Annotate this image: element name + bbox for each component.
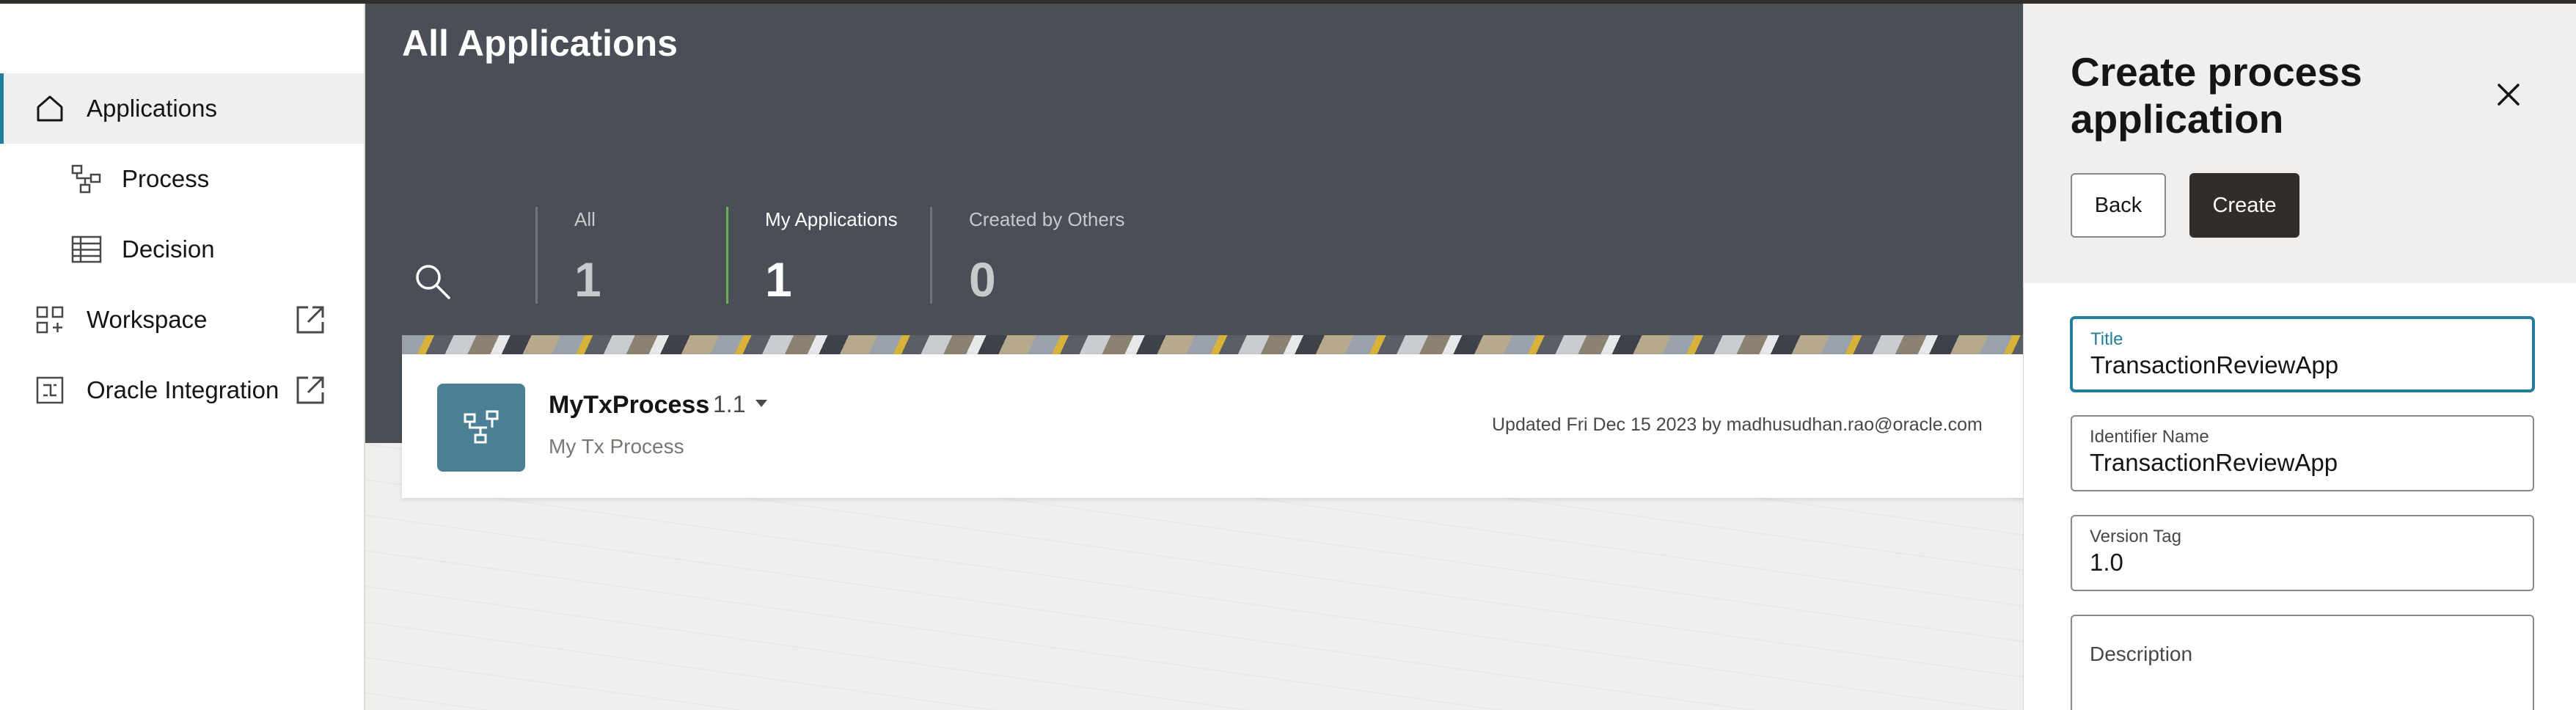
home-icon bbox=[34, 92, 66, 125]
field-value[interactable]: TransactionReviewApp bbox=[2090, 449, 2338, 477]
filter-count: 0 bbox=[969, 252, 996, 307]
filter-label: Created by Others bbox=[969, 208, 1125, 230]
field-label: Title bbox=[2090, 329, 2123, 349]
sidebar-item-applications[interactable]: Applications bbox=[0, 73, 364, 144]
field-label: Identifier Name bbox=[2090, 427, 2209, 447]
back-button[interactable]: Back bbox=[2071, 173, 2166, 238]
filter-count: 1 bbox=[765, 252, 792, 307]
page-title: All Applications bbox=[402, 23, 678, 64]
close-icon[interactable] bbox=[2490, 76, 2527, 113]
filter-all[interactable]: All 1 bbox=[535, 207, 601, 307]
card-banner bbox=[402, 335, 2023, 354]
title-field[interactable]: Title TransactionReviewApp bbox=[2071, 317, 2534, 392]
application-description: My Tx Process bbox=[549, 435, 684, 458]
filter-created-by-others[interactable]: Created by Others 0 bbox=[930, 207, 1125, 307]
version-selector[interactable]: 1.1 bbox=[713, 391, 745, 418]
drawer-title: Create process application bbox=[2071, 49, 2363, 142]
top-border bbox=[0, 0, 2576, 4]
application-updated-info: Updated Fri Dec 15 2023 by madhusudhan.r… bbox=[1492, 414, 1983, 435]
sidebar-item-workspace[interactable]: Workspace bbox=[0, 285, 364, 355]
field-value[interactable]: TransactionReviewApp bbox=[2090, 351, 2338, 379]
description-field[interactable]: Description bbox=[2071, 615, 2534, 710]
sidebar-item-decision[interactable]: Decision bbox=[0, 214, 364, 285]
main-content: All Applications All 1 My Applications 1… bbox=[365, 0, 2023, 710]
drawer-header: Create process application Back Create bbox=[2024, 0, 2576, 283]
external-link-icon[interactable] bbox=[293, 373, 327, 407]
sidebar-item-label: Oracle Integration bbox=[87, 376, 279, 403]
table-icon bbox=[70, 233, 103, 266]
sidebar-item-process[interactable]: Process bbox=[0, 144, 364, 214]
filter-my-applications[interactable]: My Applications 1 bbox=[726, 207, 898, 307]
integration-icon bbox=[34, 374, 66, 406]
field-label: Version Tag bbox=[2090, 527, 2181, 546]
sidebar-item-label: Applications bbox=[87, 95, 217, 122]
chevron-down-icon[interactable] bbox=[755, 400, 767, 407]
external-link-icon[interactable] bbox=[293, 303, 327, 337]
process-app-icon bbox=[437, 384, 525, 472]
search-icon[interactable] bbox=[412, 261, 453, 302]
sidebar-item-label: Decision bbox=[122, 235, 215, 263]
filter-label: My Applications bbox=[765, 208, 898, 230]
create-button[interactable]: Create bbox=[2189, 173, 2299, 238]
workspace-icon bbox=[34, 304, 66, 336]
sidebar: Applications Process Decision Workspace … bbox=[0, 0, 365, 710]
version-tag-field[interactable]: Version Tag 1.0 bbox=[2071, 515, 2534, 591]
application-card[interactable]: MyTxProcess 1.1 My Tx Process Updated Fr… bbox=[402, 354, 2023, 498]
filter-label: All bbox=[574, 208, 596, 230]
field-label: Description bbox=[2090, 643, 2193, 665]
identifier-name-field[interactable]: Identifier Name TransactionReviewApp bbox=[2071, 415, 2534, 491]
sidebar-item-label: Workspace bbox=[87, 306, 208, 333]
sidebar-item-oracle-integration[interactable]: Oracle Integration bbox=[0, 355, 364, 425]
process-icon bbox=[70, 163, 103, 195]
sidebar-item-label: Process bbox=[122, 165, 210, 192]
create-app-drawer: Create process application Back Create T… bbox=[2023, 0, 2576, 710]
application-name[interactable]: MyTxProcess bbox=[549, 391, 709, 420]
field-value[interactable]: 1.0 bbox=[2090, 549, 2123, 577]
filter-count: 1 bbox=[574, 252, 601, 307]
